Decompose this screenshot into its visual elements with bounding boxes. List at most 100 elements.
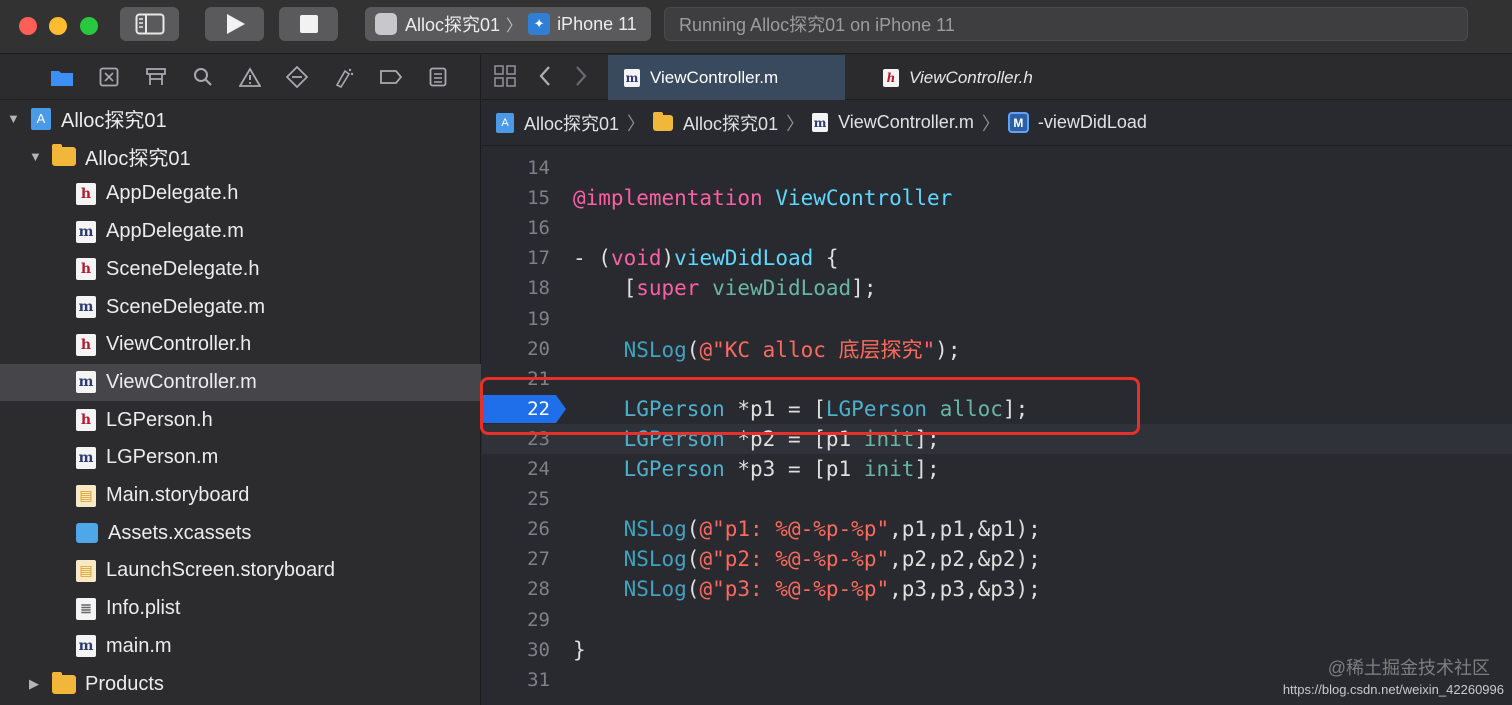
code-line[interactable]: 15 @implementation ViewController bbox=[482, 183, 1512, 213]
code-line[interactable]: 21 bbox=[482, 364, 1512, 394]
simulator-icon: ✦ bbox=[528, 13, 551, 35]
disclosure-expanded-icon[interactable]: ▼ bbox=[7, 111, 20, 126]
minimize-window-button[interactable] bbox=[49, 17, 67, 35]
file-tree-item[interactable]: ≣ Info.plist bbox=[0, 590, 481, 627]
scheme-selector[interactable]: Alloc探究01 〉 ✦ iPhone 11 bbox=[365, 7, 651, 41]
code-line[interactable]: 16 bbox=[482, 213, 1512, 243]
code-line[interactable]: 20 NSLog(@"KC alloc 底层探究"); bbox=[482, 334, 1512, 364]
file-tree-item[interactable]: m AppDelegate.m bbox=[0, 213, 481, 250]
tab-label: ViewController.m bbox=[650, 67, 779, 87]
tab-viewcontroller-m[interactable]: m ViewController.m bbox=[608, 55, 845, 100]
code-line[interactable]: 28 NSLog(@"p3: %@-%p-%p",p3,p3,&p3); bbox=[482, 574, 1512, 604]
code-token: LGPerson bbox=[623, 426, 725, 451]
code-token: - ( bbox=[573, 246, 611, 271]
code-line[interactable]: 19 bbox=[482, 304, 1512, 334]
play-icon bbox=[226, 14, 245, 34]
breakpoint-icon[interactable] bbox=[367, 62, 414, 92]
code-token: ( bbox=[686, 337, 700, 362]
file-tree-item[interactable]: ▼ A Alloc探究01 bbox=[0, 100, 481, 137]
code-token: init bbox=[863, 426, 915, 451]
code-token: NSLog bbox=[623, 337, 687, 362]
jumpbar-group[interactable]: Alloc探究01 bbox=[683, 110, 778, 136]
code-line[interactable]: 26 NSLog(@"p1: %@-%p-%p",p1,p1,&p1); bbox=[482, 514, 1512, 544]
stop-button[interactable] bbox=[279, 7, 338, 41]
file-tree-item[interactable]: m LGPerson.m bbox=[0, 439, 481, 476]
debug-icon[interactable] bbox=[320, 62, 367, 92]
issue-icon[interactable] bbox=[226, 62, 273, 92]
search-icon[interactable] bbox=[179, 62, 226, 92]
file-tree-item[interactable]: h ViewController.h bbox=[0, 326, 481, 363]
file-tree-item[interactable]: ▶ Products bbox=[0, 666, 481, 703]
code-text: - (void)viewDidLoad { bbox=[573, 246, 839, 270]
code-token: ( bbox=[686, 577, 700, 602]
file-tree-label: LaunchScreen.storyboard bbox=[106, 559, 336, 582]
file-tree-item[interactable]: m ViewController.m bbox=[0, 363, 481, 401]
file-tree-label: SceneDelegate.m bbox=[106, 295, 265, 318]
zoom-window-button[interactable] bbox=[80, 17, 98, 35]
jumpbar-file[interactable]: ViewController.m bbox=[838, 112, 974, 133]
file-tree-item[interactable]: m main.m bbox=[0, 628, 481, 665]
code-line[interactable]: 29 bbox=[482, 605, 1512, 635]
line-number: 25 bbox=[527, 488, 550, 511]
file-tree-item[interactable]: Assets.xcassets bbox=[0, 515, 481, 552]
code-token: ]; bbox=[914, 426, 940, 451]
file-tree-label: AppDelegate.h bbox=[106, 182, 239, 205]
test-icon[interactable] bbox=[273, 62, 320, 92]
chevron-left-icon[interactable] bbox=[538, 64, 552, 94]
run-button[interactable] bbox=[205, 7, 264, 41]
objc-m-file-icon: m bbox=[812, 113, 829, 132]
code-line[interactable]: 22 LGPerson *p1 = [LGPerson alloc]; bbox=[482, 394, 1512, 424]
code-line[interactable]: 14 bbox=[482, 153, 1512, 183]
activity-status: Running Alloc探究01 on iPhone 11 bbox=[679, 15, 955, 35]
code-line[interactable]: 17 - (void)viewDidLoad { bbox=[482, 243, 1512, 273]
code-token: ]; bbox=[1002, 396, 1029, 421]
file-tree-label: AppDelegate.m bbox=[106, 220, 244, 243]
line-number: 16 bbox=[527, 217, 550, 240]
symbol-icon[interactable] bbox=[132, 62, 179, 92]
code-token: LGPerson bbox=[623, 457, 725, 481]
header-file-icon: h bbox=[76, 409, 96, 432]
file-tree-item[interactable]: h AppDelegate.h bbox=[0, 175, 481, 212]
file-tree-label: LGPerson.m bbox=[106, 446, 219, 469]
report-icon[interactable] bbox=[414, 62, 461, 92]
close-window-button[interactable] bbox=[19, 17, 37, 35]
file-tree-label: ViewController.m bbox=[106, 370, 257, 393]
code-line[interactable]: 25 bbox=[482, 484, 1512, 514]
code-line[interactable]: 23 LGPerson *p2 = [p1 init]; bbox=[482, 423, 1512, 454]
activity-viewer: Running Alloc探究01 on iPhone 11 bbox=[664, 7, 1468, 41]
source-control-icon[interactable] bbox=[85, 62, 132, 92]
code-token: NSLog bbox=[623, 547, 687, 572]
objc-m-file-icon: m bbox=[76, 371, 96, 394]
tab-viewcontroller-h[interactable]: h ViewController.h bbox=[867, 55, 1077, 100]
objc-m-file-icon: m bbox=[76, 296, 96, 318]
jumpbar-method[interactable]: -viewDidLoad bbox=[1038, 112, 1147, 133]
related-items-icon[interactable] bbox=[494, 65, 516, 93]
code-line[interactable]: 24 LGPerson *p3 = [p1 init]; bbox=[482, 454, 1512, 484]
code-line[interactable]: 27 NSLog(@"p2: %@-%p-%p",p2,p2,&p2); bbox=[482, 544, 1512, 574]
code-line[interactable]: 18 [super viewDidLoad]; bbox=[482, 273, 1512, 303]
file-tree-item[interactable]: ▼ Alloc探究01 bbox=[0, 138, 481, 175]
code-token: @"p2: %@-%p-%p" bbox=[699, 547, 890, 572]
file-tree-item[interactable]: ▤ LaunchScreen.storyboard bbox=[0, 552, 481, 589]
line-number: 22 bbox=[527, 397, 550, 420]
code-token: *p3 = [p1 bbox=[724, 457, 864, 481]
file-tree-item[interactable]: h SceneDelegate.h bbox=[0, 251, 481, 288]
code-area[interactable]: 14 15 @implementation ViewController 16 17 - … bbox=[482, 148, 1512, 705]
code-token: @"p3: %@-%p-%p" bbox=[699, 577, 890, 602]
toggle-navigator-button[interactable] bbox=[120, 7, 179, 41]
file-tree-item[interactable]: m SceneDelegate.m bbox=[0, 289, 481, 326]
file-tree-label: Products bbox=[85, 672, 164, 695]
file-tree-item[interactable]: ▤ Main.storyboard bbox=[0, 477, 481, 514]
folder-icon[interactable] bbox=[38, 62, 85, 92]
disclosure-expanded-icon[interactable]: ▼ bbox=[29, 149, 42, 164]
file-tree-item[interactable]: h LGPerson.h bbox=[0, 402, 481, 439]
disclosure-collapsed-icon[interactable]: ▶ bbox=[29, 676, 39, 692]
header-file-icon: h bbox=[883, 68, 899, 87]
line-number: 20 bbox=[527, 337, 550, 360]
jumpbar-project[interactable]: Alloc探究01 bbox=[524, 110, 619, 136]
chevron-right-icon[interactable] bbox=[574, 64, 588, 94]
line-number: 27 bbox=[527, 548, 550, 571]
code-token: @"KC alloc 底层探究" bbox=[699, 337, 936, 362]
